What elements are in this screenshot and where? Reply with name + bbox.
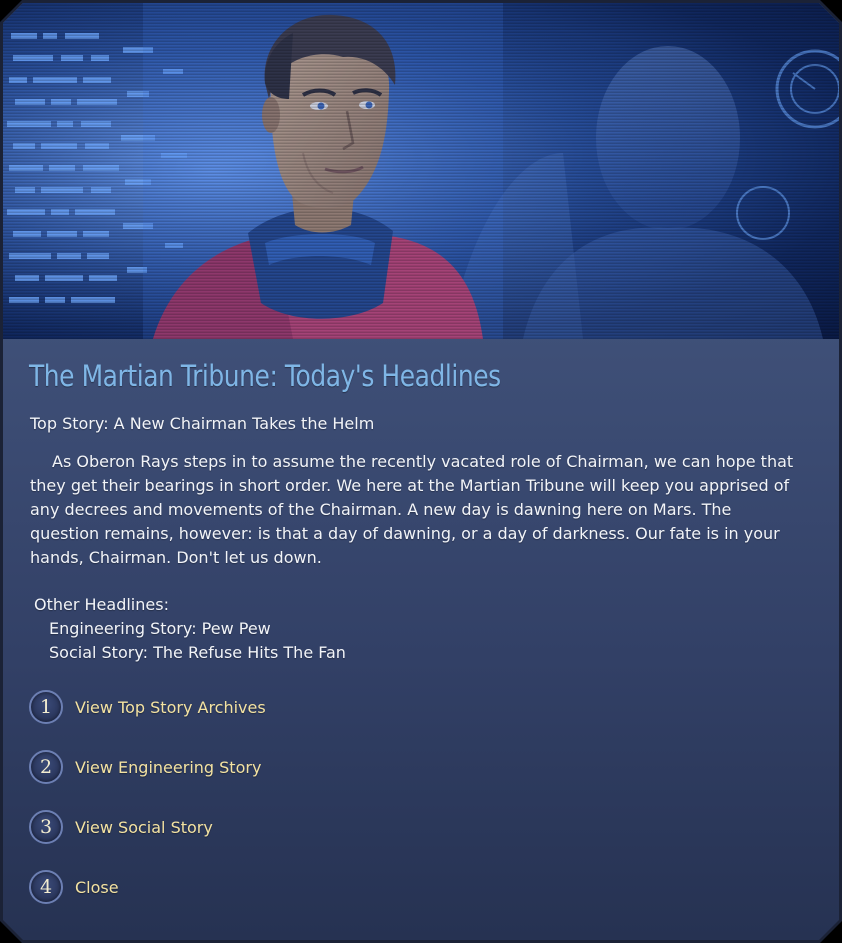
option-number-badge: 2	[29, 750, 63, 784]
option-number-badge: 4	[29, 870, 63, 904]
engineering-headline: Engineering Story: Pew Pew	[49, 619, 271, 638]
hologram-portrait-image	[3, 3, 839, 339]
option-label[interactable]: Close	[75, 878, 119, 897]
option-label[interactable]: View Engineering Story	[75, 758, 261, 777]
option-label[interactable]: View Top Story Archives	[75, 698, 266, 717]
dialog-options: 1 View Top Story Archives 2 View Enginee…	[29, 689, 629, 929]
top-story-body: As Oberon Rays steps in to assume the re…	[30, 452, 794, 567]
page-title: The Martian Tribune: Today's Headlines	[29, 359, 501, 393]
dialog-frame: The Martian Tribune: Today's Headlines T…	[0, 0, 842, 943]
option-view-top-story-archives[interactable]: 1 View Top Story Archives	[29, 689, 629, 725]
news-dialog: The Martian Tribune: Today's Headlines T…	[3, 3, 839, 940]
option-view-social-story[interactable]: 3 View Social Story	[29, 809, 629, 845]
option-close[interactable]: 4 Close	[29, 869, 629, 905]
other-headlines-heading: Other Headlines:	[34, 595, 169, 614]
option-label[interactable]: View Social Story	[75, 818, 213, 837]
social-headline: Social Story: The Refuse Hits The Fan	[49, 643, 346, 662]
top-story-heading: Top Story: A New Chairman Takes the Helm	[30, 414, 375, 433]
option-number-badge: 1	[29, 690, 63, 724]
option-number-badge: 3	[29, 810, 63, 844]
option-view-engineering-story[interactable]: 2 View Engineering Story	[29, 749, 629, 785]
